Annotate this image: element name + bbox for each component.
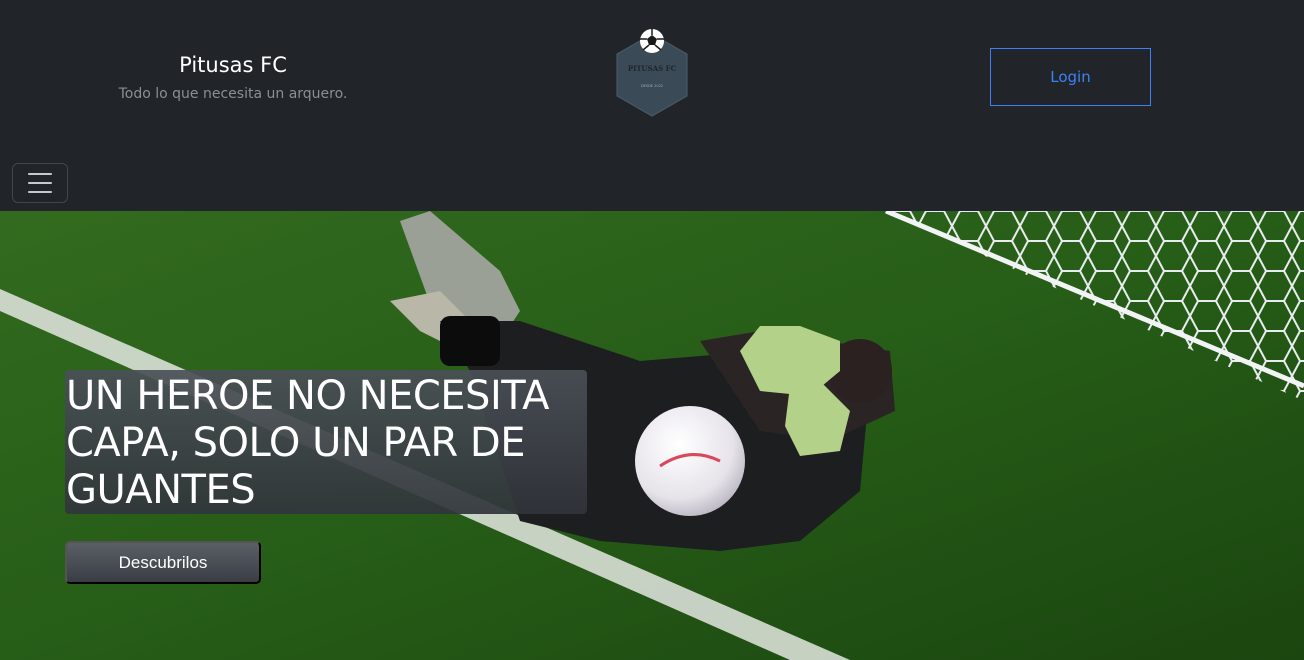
hamburger-icon (28, 173, 52, 175)
brand-title[interactable]: Pitusas FC (100, 50, 366, 80)
club-logo[interactable]: PITUSAS FC DESDE 2022 (612, 26, 692, 118)
logo-badge-icon: PITUSAS FC DESDE 2022 (616, 29, 688, 117)
login-button[interactable]: Login (990, 48, 1151, 106)
football-icon (635, 406, 745, 516)
discover-button[interactable]: Descubrilos (65, 541, 261, 584)
brand-tagline: Todo lo que necesita un arquero. (118, 86, 348, 102)
logo-subtext: DESDE 2022 (641, 84, 663, 88)
hero-heading: UN HEROE NO NECESITA CAPA, SOLO UN PAR D… (66, 373, 549, 513)
brand[interactable]: Pitusas FC Todo lo que necesita un arque… (100, 50, 366, 102)
logo-text: PITUSAS FC (628, 64, 677, 73)
site-header: Pitusas FC Todo lo que necesita un arque… (0, 0, 1304, 211)
hero-banner: UN HEROE NO NECESITA CAPA, SOLO UN PAR D… (0, 211, 1304, 660)
navbar-toggle-button[interactable] (12, 163, 68, 203)
